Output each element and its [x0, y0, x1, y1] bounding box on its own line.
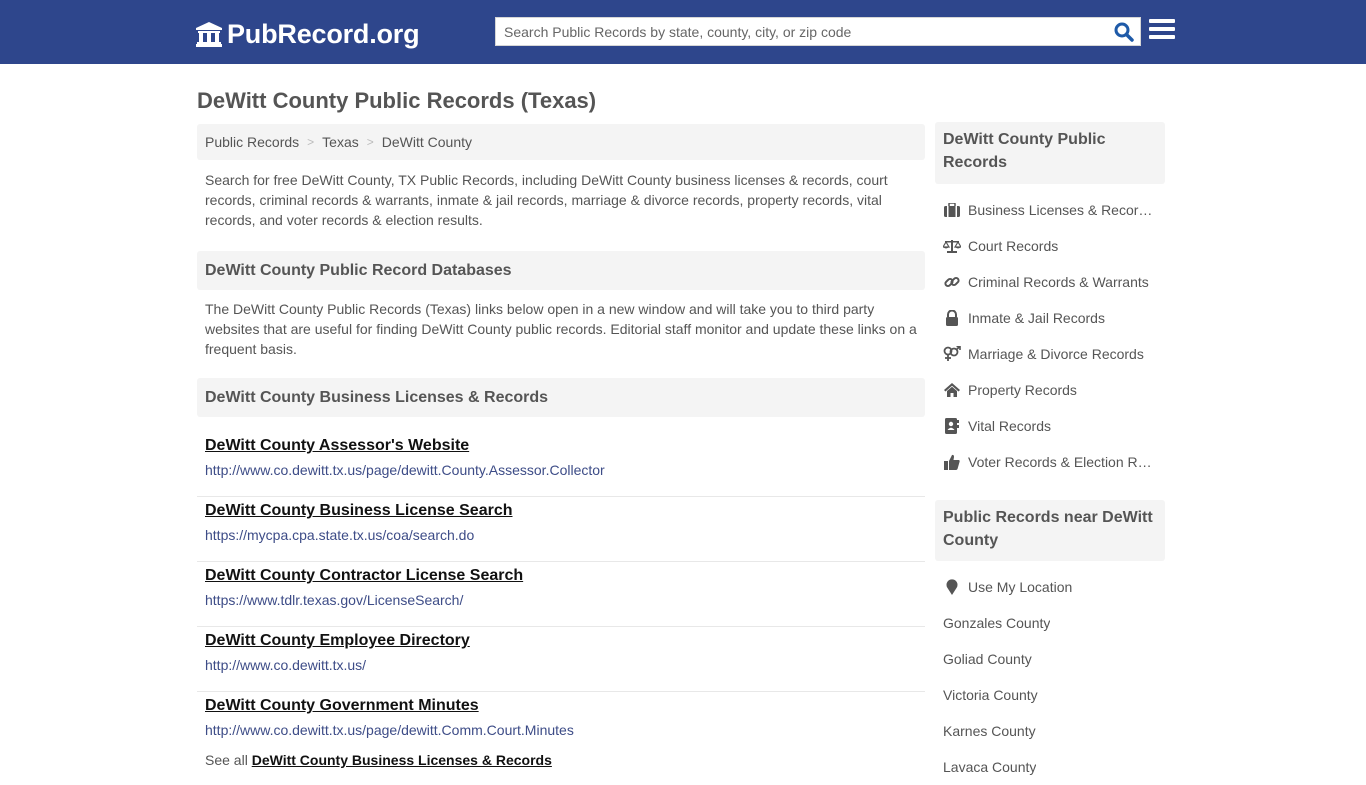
home-icon: [943, 382, 961, 398]
nearby-county-link[interactable]: Karnes County: [943, 713, 1165, 749]
venus-mars-icon: [943, 346, 961, 362]
see-all-prefix: See all: [205, 752, 248, 768]
record-title-link[interactable]: DeWitt County Contractor License Search: [205, 566, 925, 586]
menu-bar-icon: [1149, 19, 1175, 23]
business-records-heading: DeWitt County Business Licenses & Record…: [197, 378, 925, 417]
record-item: DeWitt County Business License Search ht…: [197, 497, 925, 562]
sidebar-nearby-links: Use My Location Gonzales County Goliad C…: [943, 569, 1165, 785]
sidebar-item-vital[interactable]: Vital Records: [943, 408, 1165, 444]
record-title-link[interactable]: DeWitt County Assessor's Website: [205, 436, 925, 456]
record-item: DeWitt County Assessor's Website http://…: [197, 432, 925, 497]
search-input[interactable]: [496, 18, 1106, 45]
sidebar-item-label: Voter Records & Election Results: [968, 454, 1153, 470]
breadcrumb-public-records[interactable]: Public Records: [205, 134, 299, 150]
sidebar-item-label: Business Licenses & Records: [968, 202, 1153, 218]
sidebar-item-court[interactable]: Court Records: [943, 228, 1165, 264]
nearby-county-link[interactable]: Goliad County: [943, 641, 1165, 677]
nearby-county-link[interactable]: Victoria County: [943, 677, 1165, 713]
sidebar-nearby-heading: Public Records near DeWitt County: [935, 500, 1165, 561]
record-title-link[interactable]: DeWitt County Government Minutes: [205, 696, 925, 716]
top-navbar: PubRecord.org: [0, 0, 1366, 64]
databases-heading: DeWitt County Public Record Databases: [197, 251, 925, 290]
intro-text: Search for free DeWitt County, TX Public…: [205, 172, 888, 228]
search-button[interactable]: [1112, 20, 1136, 44]
menu-bar-icon: [1149, 35, 1175, 39]
record-title-link[interactable]: DeWitt County Employee Directory: [205, 631, 925, 651]
sidebar-record-links: Business Licenses & Records Court Record…: [943, 192, 1165, 480]
record-item: DeWitt County Contractor License Search …: [197, 562, 925, 627]
record-url: http://www.co.dewitt.tx.us/page/dewitt.C…: [205, 462, 605, 478]
sidebar-item-marriage[interactable]: Marriage & Divorce Records: [943, 336, 1165, 372]
record-title-link[interactable]: DeWitt County Business License Search: [205, 501, 925, 521]
see-all-row: See all DeWitt County Business Licenses …: [205, 752, 552, 768]
sidebar-item-inmate[interactable]: Inmate & Jail Records: [943, 300, 1165, 336]
lock-icon: [943, 310, 961, 326]
sidebar-item-label: Property Records: [968, 382, 1077, 398]
nearby-county-link[interactable]: Gonzales County: [943, 605, 1165, 641]
sidebar-item-label: Marriage & Divorce Records: [968, 346, 1144, 362]
logo-text: PubRecord.org: [227, 18, 420, 49]
menu-bar-icon: [1149, 27, 1175, 31]
sidebar-item-voter[interactable]: Voter Records & Election Results: [943, 444, 1165, 480]
breadcrumb-dewitt-county[interactable]: DeWitt County: [382, 134, 472, 150]
sidebar-item-label: Inmate & Jail Records: [968, 310, 1105, 326]
site-logo[interactable]: PubRecord.org: [195, 16, 420, 52]
landmark-icon: [196, 22, 222, 47]
search-bar: [495, 17, 1141, 46]
record-item: DeWitt County Government Minutes http://…: [197, 692, 925, 757]
map-marker-icon: [943, 579, 961, 595]
nearby-county-label: Karnes County: [943, 723, 1036, 739]
databases-description: The DeWitt County Public Records (Texas)…: [205, 301, 917, 357]
nearby-county-label: Victoria County: [943, 687, 1038, 703]
search-icon: [1114, 22, 1134, 42]
nearby-county-label: Gonzales County: [943, 615, 1051, 631]
balance-scale-icon: [943, 238, 961, 254]
sidebar-item-criminal[interactable]: Criminal Records & Warrants: [943, 264, 1165, 300]
sidebar-item-label: Vital Records: [968, 418, 1052, 434]
record-url: https://mycpa.cpa.state.tx.us/coa/search…: [205, 527, 475, 543]
record-url: http://www.co.dewitt.tx.us/: [205, 657, 367, 673]
sidebar-item-property[interactable]: Property Records: [943, 372, 1165, 408]
sidebar-item-business[interactable]: Business Licenses & Records: [943, 192, 1165, 228]
use-my-location-label: Use My Location: [968, 579, 1073, 595]
breadcrumb: Public Records > Texas > DeWitt County: [197, 124, 925, 160]
nearby-county-link[interactable]: Lavaca County: [943, 749, 1165, 785]
thumbs-up-icon: [943, 454, 961, 470]
breadcrumb-texas[interactable]: Texas: [322, 134, 359, 150]
address-book-icon: [943, 418, 961, 434]
link-icon: [943, 274, 961, 290]
breadcrumb-separator: >: [307, 135, 315, 149]
sidebar-item-label: Criminal Records & Warrants: [968, 274, 1149, 290]
page-title: DeWitt County Public Records (Texas): [197, 88, 597, 113]
nearby-county-label: Lavaca County: [943, 759, 1037, 775]
use-my-location-button[interactable]: Use My Location: [943, 569, 1165, 605]
breadcrumb-separator: >: [366, 135, 374, 149]
record-url: https://www.tdlr.texas.gov/LicenseSearch…: [205, 592, 464, 608]
record-url: http://www.co.dewitt.tx.us/page/dewitt.C…: [205, 722, 574, 738]
see-all-link[interactable]: DeWitt County Business Licenses & Record…: [252, 752, 552, 768]
record-list: DeWitt County Assessor's Website http://…: [197, 432, 925, 757]
sidebar-records-heading: DeWitt County Public Records: [935, 122, 1165, 184]
record-item: DeWitt County Employee Directory http://…: [197, 627, 925, 692]
nearby-county-label: Goliad County: [943, 651, 1032, 667]
briefcase-icon: [943, 202, 961, 218]
sidebar-item-label: Court Records: [968, 238, 1059, 254]
hamburger-menu-button[interactable]: [1149, 19, 1175, 43]
